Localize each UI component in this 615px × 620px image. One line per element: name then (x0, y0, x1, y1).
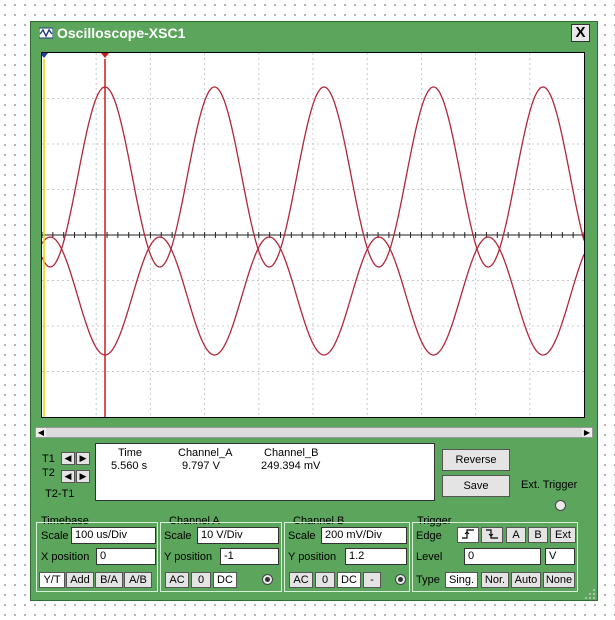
channel-b-scale-field[interactable]: 200 mV/Div (321, 527, 407, 544)
readout-header-channel-a: Channel_A (178, 447, 233, 459)
channel-b-scale-label: Scale (288, 530, 316, 542)
trigger-level-unit[interactable]: V (545, 548, 575, 565)
rising-edge-icon (462, 529, 474, 539)
channel-b-dc-button[interactable]: DC (337, 572, 361, 588)
channel-b-y-position-field[interactable]: 1.2 (345, 548, 407, 565)
trigger-single-button[interactable]: Sing. (445, 572, 478, 588)
rising-edge-button[interactable] (457, 527, 479, 543)
scroll-right-arrow-icon[interactable]: ▶ (582, 428, 592, 437)
reverse-button[interactable]: Reverse (442, 449, 510, 471)
mode-yt-button[interactable]: Y/T (39, 572, 65, 588)
trigger-source-ext-button[interactable]: Ext (550, 527, 576, 543)
cursor-t2-handle[interactable] (101, 53, 109, 58)
trigger-source-a-button[interactable]: A (506, 527, 526, 543)
channel-a-scale-field[interactable]: 10 V/Div (197, 527, 279, 544)
channel-a-ac-button[interactable]: AC (165, 572, 189, 588)
channel-a-scale-label: Scale (164, 530, 192, 542)
resize-grip-icon[interactable] (584, 588, 596, 600)
readout-header-time: Time (118, 447, 143, 459)
trigger-level-field[interactable]: 0 (464, 548, 541, 565)
waveform-plot (42, 53, 584, 417)
trigger-none-button[interactable]: None (543, 572, 575, 588)
mode-ba-button[interactable]: B/A (95, 572, 123, 588)
t2-label: T2 (42, 467, 55, 479)
trigger-auto-button[interactable]: Auto (511, 572, 541, 588)
channel-a-zero-button[interactable]: 0 (191, 572, 211, 588)
channel-b-ac-button[interactable]: AC (289, 572, 313, 588)
t2-left-button[interactable]: ◀ (61, 470, 75, 483)
cursor-t1-handle[interactable] (42, 53, 48, 58)
x-position-label: X position (41, 551, 90, 563)
save-button[interactable]: Save (442, 475, 510, 497)
trigger-type-label: Type (416, 574, 440, 586)
t1-left-button[interactable]: ◀ (61, 452, 75, 465)
oscilloscope-icon (39, 27, 53, 39)
cursor-readout-table: Time Channel_A Channel_B 5.560 s 9.797 V… (95, 443, 435, 501)
timebase-scale-field[interactable]: 100 us/Div (71, 527, 156, 544)
channel-b-y-position-label: Y position (288, 551, 337, 563)
readout-header-channel-b: Channel_B (264, 447, 319, 459)
title-bar[interactable]: Oscilloscope-XSC1 X (31, 22, 597, 44)
readout-time-value: 5.560 s (111, 460, 148, 472)
channel-b-terminal[interactable] (395, 574, 406, 585)
readout-channel-a-value: 9.797 V (182, 460, 220, 472)
timebase-scale-label: Scale (41, 530, 69, 542)
close-button[interactable]: X (571, 24, 590, 42)
falling-edge-icon (486, 529, 498, 539)
falling-edge-button[interactable] (481, 527, 503, 543)
oscilloscope-window: Oscilloscope-XSC1 X ◀ ▶ T1 T2 ◀ ▶ ◀ ▶ T2… (30, 21, 598, 601)
trigger-source-b-button[interactable]: B (528, 527, 548, 543)
x-position-field[interactable]: 0 (96, 548, 156, 565)
trigger-normal-button[interactable]: Nor. (481, 572, 509, 588)
trigger-level-label: Level (416, 551, 443, 563)
channel-b-zero-button[interactable]: 0 (315, 572, 335, 588)
ext-trigger-label: Ext. Trigger (521, 479, 578, 491)
mode-add-button[interactable]: Add (66, 572, 94, 588)
readout-channel-b-value: 249.394 mV (261, 460, 321, 472)
channel-a-terminal[interactable] (262, 574, 273, 585)
ext-trigger-terminal[interactable] (555, 500, 566, 511)
trigger-edge-label: Edge (416, 530, 442, 542)
oscilloscope-display[interactable] (41, 52, 585, 418)
window-title: Oscilloscope-XSC1 (57, 25, 186, 41)
channel-a-dc-button[interactable]: DC (213, 572, 237, 588)
channel-a-y-position-label: Y position (164, 551, 213, 563)
channel-a-y-position-field[interactable]: -1 (220, 548, 279, 565)
channel-b-minus-button[interactable]: - (363, 572, 381, 588)
t1-label: T1 (42, 453, 55, 465)
t2-right-button[interactable]: ▶ (76, 470, 90, 483)
t1-right-button[interactable]: ▶ (76, 452, 90, 465)
mode-ab-button[interactable]: A/B (124, 572, 152, 588)
t2-t1-label: T2-T1 (45, 488, 75, 500)
cursor-controls: T1 T2 ◀ ▶ ◀ ▶ T2-T1 (35, 444, 95, 504)
scroll-left-arrow-icon[interactable]: ◀ (36, 428, 46, 437)
horizontal-scrollbar[interactable]: ◀ ▶ (35, 427, 593, 438)
